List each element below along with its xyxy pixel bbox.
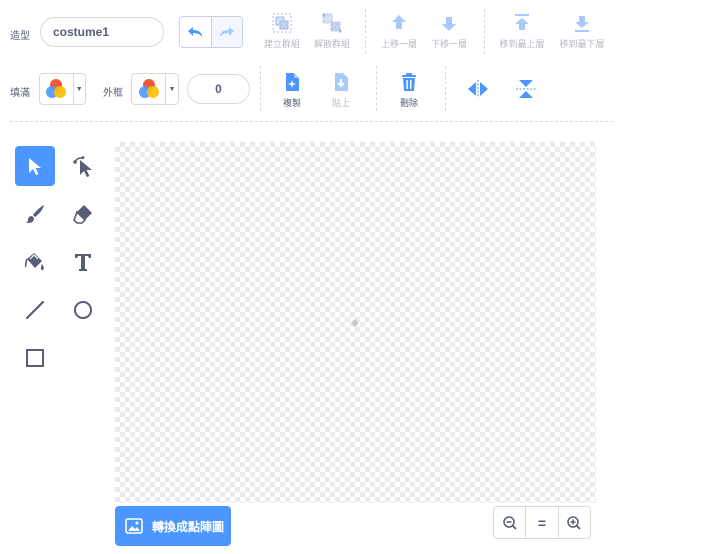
paint-bucket-icon bbox=[24, 253, 44, 271]
redo-button[interactable] bbox=[210, 17, 242, 47]
undo-button[interactable] bbox=[180, 17, 211, 47]
forward-icon bbox=[392, 15, 406, 29]
paste-button[interactable]: 貼上 bbox=[321, 71, 361, 109]
reshape-tool[interactable] bbox=[63, 146, 103, 186]
image-icon bbox=[125, 518, 143, 534]
brush-tool[interactable] bbox=[15, 194, 55, 234]
ungroup-label: 解散群組 bbox=[313, 39, 350, 49]
back-icon bbox=[575, 16, 589, 32]
fill-color-picker[interactable]: ▼ bbox=[39, 73, 86, 105]
copy-icon bbox=[286, 73, 299, 91]
fill-swatch bbox=[40, 74, 73, 104]
zoom-in-button[interactable] bbox=[557, 507, 590, 538]
rectangle-icon bbox=[26, 349, 44, 367]
drawing-canvas[interactable] bbox=[115, 142, 596, 503]
outline-width-input[interactable]: 0 bbox=[187, 74, 250, 104]
toolbar-divider bbox=[445, 66, 446, 111]
ungroup-button[interactable]: 解散群組 bbox=[310, 12, 354, 50]
circle-icon bbox=[74, 301, 92, 319]
arrow-pointer-icon bbox=[29, 158, 41, 175]
delete-label: 刪除 bbox=[399, 98, 418, 108]
outline-swatch bbox=[132, 74, 165, 104]
backward-button[interactable]: 下移一層 bbox=[427, 12, 471, 50]
rectangle-tool[interactable] bbox=[15, 338, 55, 378]
convert-to-bitmap-button[interactable]: 轉換成點陣圖 bbox=[115, 506, 231, 546]
backward-label: 下移一層 bbox=[430, 39, 467, 49]
back-label: 移到最下層 bbox=[559, 39, 605, 49]
zoom-in-icon bbox=[567, 515, 581, 530]
chevron-down-icon: ▼ bbox=[165, 74, 178, 104]
toolbar-separator bbox=[10, 121, 613, 122]
circle-tool[interactable] bbox=[63, 290, 103, 330]
costume-name-input[interactable]: costume1 bbox=[40, 17, 164, 47]
ungroup-icon bbox=[322, 13, 342, 33]
zoom-controls: = bbox=[493, 506, 591, 539]
costume-label: 造型 bbox=[10, 31, 30, 42]
zoom-reset-button[interactable]: = bbox=[525, 507, 557, 538]
toolbar-divider bbox=[484, 9, 485, 54]
outline-label: 外框 bbox=[103, 88, 123, 99]
forward-label: 上移一層 bbox=[380, 39, 417, 49]
toolbar-divider bbox=[376, 66, 377, 111]
eraser-tool[interactable] bbox=[63, 194, 103, 234]
trash-icon bbox=[402, 73, 416, 91]
reshape-icon bbox=[73, 156, 92, 177]
crosshair-icon bbox=[351, 319, 359, 327]
select-tool[interactable] bbox=[15, 146, 55, 186]
flip-vertical-button[interactable] bbox=[514, 78, 538, 100]
paste-label: 貼上 bbox=[331, 98, 350, 108]
line-icon bbox=[25, 300, 45, 320]
backward-icon bbox=[442, 17, 456, 31]
flip-horizontal-icon bbox=[468, 80, 488, 98]
fill-tool[interactable] bbox=[15, 242, 55, 282]
copy-button[interactable]: 複製 bbox=[272, 71, 312, 109]
delete-button[interactable]: 刪除 bbox=[389, 71, 429, 109]
redo-icon bbox=[219, 27, 234, 37]
forward-button[interactable]: 上移一層 bbox=[377, 12, 421, 50]
convert-label: 轉換成點陣圖 bbox=[152, 519, 225, 534]
zoom-out-icon bbox=[502, 515, 517, 530]
text-icon bbox=[75, 254, 91, 271]
fill-label: 填滿 bbox=[10, 88, 30, 99]
group-label: 建立群組 bbox=[263, 39, 300, 49]
toolbar-divider bbox=[365, 9, 366, 54]
paste-icon bbox=[335, 73, 348, 91]
color-picker-icon bbox=[46, 79, 67, 98]
group-button[interactable]: 建立群組 bbox=[260, 12, 304, 50]
undo-redo-group bbox=[179, 16, 243, 48]
zoom-out-button[interactable] bbox=[494, 507, 525, 538]
front-button[interactable]: 移到最上層 bbox=[495, 12, 549, 50]
toolbar-divider bbox=[260, 66, 261, 111]
flip-vertical-icon bbox=[516, 80, 536, 98]
front-label: 移到最上層 bbox=[499, 39, 545, 49]
text-tool[interactable] bbox=[63, 242, 103, 282]
copy-label: 複製 bbox=[282, 98, 301, 108]
front-icon bbox=[515, 14, 529, 30]
line-tool[interactable] bbox=[15, 290, 55, 330]
brush-icon bbox=[26, 205, 44, 223]
back-button[interactable]: 移到最下層 bbox=[555, 12, 609, 50]
eraser-icon bbox=[73, 205, 92, 224]
color-picker-icon bbox=[138, 79, 159, 98]
flip-horizontal-button[interactable] bbox=[466, 78, 490, 100]
outline-color-picker[interactable]: ▼ bbox=[131, 73, 179, 105]
group-icon bbox=[272, 13, 292, 33]
chevron-down-icon: ▼ bbox=[72, 74, 85, 104]
undo-icon bbox=[188, 27, 203, 37]
zoom-reset-label: = bbox=[537, 514, 547, 531]
